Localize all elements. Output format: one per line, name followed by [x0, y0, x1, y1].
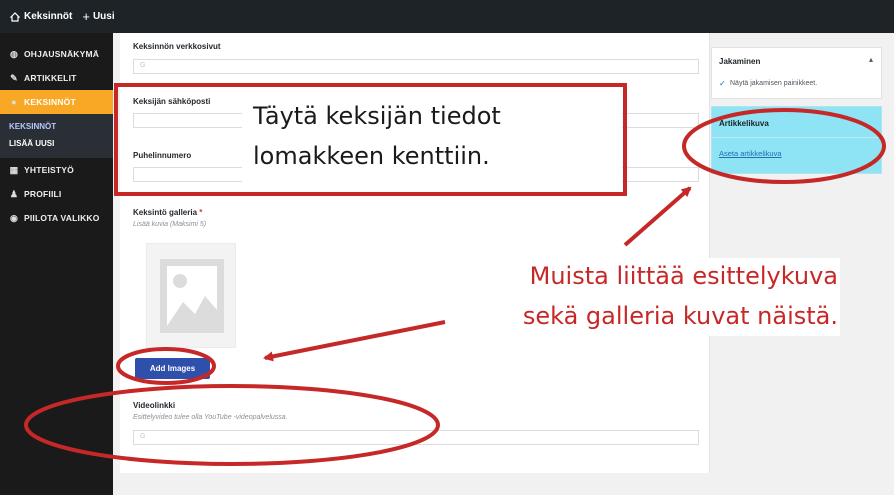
- panel-toggle-icon[interactable]: ▴: [869, 55, 873, 64]
- sidebar-item-collaboration[interactable]: ▦ YHTEISTYÖ: [0, 158, 113, 182]
- add-images-button[interactable]: Add Images: [135, 358, 210, 379]
- gallery-label: Keksintö galleria *: [133, 208, 202, 217]
- user-icon: ♟: [9, 188, 19, 199]
- site-name: Keksinnöt: [24, 11, 73, 22]
- required-marker: *: [199, 208, 203, 217]
- new-label: Uusi: [92, 11, 115, 22]
- sidebar-item-profile[interactable]: ♟ PROFIILI: [0, 182, 113, 206]
- sharing-title: Jakaminen: [719, 57, 761, 66]
- featured-image-panel: Artikkelikuva Aseta artikkelikuva: [711, 106, 883, 174]
- divider: [712, 137, 883, 138]
- sidebar-submenu: KEKSINNÖT LISÄÄ UUSI: [0, 114, 113, 158]
- sidebar-item-label: PIILOTA VALIKKO: [24, 213, 100, 223]
- submenu-item-inventions[interactable]: KEKSINNÖT: [0, 118, 113, 135]
- checkmark-icon: ✓: [719, 79, 726, 88]
- annotation-fill-info-line2: lomakkeen kenttiin.: [253, 142, 490, 170]
- input-placeholder: G: [140, 62, 146, 69]
- submenu-item-add-new[interactable]: LISÄÄ UUSI: [0, 135, 113, 152]
- video-description: Esittelyvideo tulee olla YouTube -videop…: [133, 414, 288, 421]
- sidebar-item-inventions[interactable]: ● KEKSINNÖT: [0, 90, 113, 114]
- website-label: Keksinnön verkkosivut: [133, 42, 221, 51]
- sharing-panel: Jakaminen ▴ ✓ Näytä jakamisen painikkeet…: [711, 47, 882, 99]
- pin-icon: ✎: [10, 72, 18, 83]
- input-placeholder: G: [140, 433, 146, 440]
- sidebar-item-label: ARTIKKELIT: [24, 73, 77, 83]
- video-label: Videolinkki: [133, 401, 176, 410]
- collapse-icon: ◉: [9, 212, 19, 223]
- annotation-fill-info-line1: Täytä keksijän tiedot: [253, 102, 501, 130]
- grid-icon: ▦: [9, 164, 19, 175]
- sidebar-item-label: KEKSINNÖT: [24, 97, 76, 107]
- sidebar-item-label: PROFIILI: [24, 189, 62, 199]
- gallery-label-text: Keksintö galleria: [133, 208, 198, 217]
- sharing-option-label: Näytä jakamisen painikkeet.: [730, 79, 818, 87]
- sidebar-item-articles[interactable]: ✎ ARTIKKELIT: [0, 66, 113, 90]
- website-input[interactable]: G: [133, 59, 699, 74]
- image-placeholder-icon: [160, 259, 224, 333]
- sidebar-item-label: OHJAUSNÄKYMÄ: [24, 49, 100, 59]
- dashboard-icon: ◍: [9, 48, 19, 59]
- featured-image-title: Artikkelikuva: [719, 119, 769, 128]
- sidebar-item-dashboard[interactable]: ◍ OHJAUSNÄKYMÄ: [0, 42, 113, 66]
- set-featured-image-link[interactable]: Aseta artikkelikuva: [719, 149, 782, 158]
- new-content-link[interactable]: + Uusi: [82, 9, 114, 24]
- home-icon: [10, 11, 20, 22]
- sidebar-item-collapse-menu[interactable]: ◉ PIILOTA VALIKKO: [0, 206, 113, 230]
- annotation-reminder-line1: Muista liittää esittelykuva: [529, 262, 838, 290]
- admin-bar: Keksinnöt + Uusi: [0, 0, 894, 33]
- sidebar: ◍ OHJAUSNÄKYMÄ ✎ ARTIKKELIT ● KEKSINNÖT …: [0, 33, 113, 495]
- site-home-link[interactable]: Keksinnöt: [10, 11, 72, 22]
- annotation-reminder-line2: sekä galleria kuvat näistä.: [522, 302, 838, 330]
- gallery-image-placeholder: [146, 243, 236, 348]
- gallery-description: Lisää kuvia (Maksimi 5): [133, 221, 207, 228]
- lightbulb-icon: ●: [11, 97, 17, 107]
- sidebar-item-label: YHTEISTYÖ: [24, 165, 74, 175]
- video-link-input[interactable]: G: [133, 430, 699, 445]
- sharing-option[interactable]: ✓ Näytä jakamisen painikkeet.: [719, 79, 818, 88]
- plus-icon: +: [82, 9, 90, 24]
